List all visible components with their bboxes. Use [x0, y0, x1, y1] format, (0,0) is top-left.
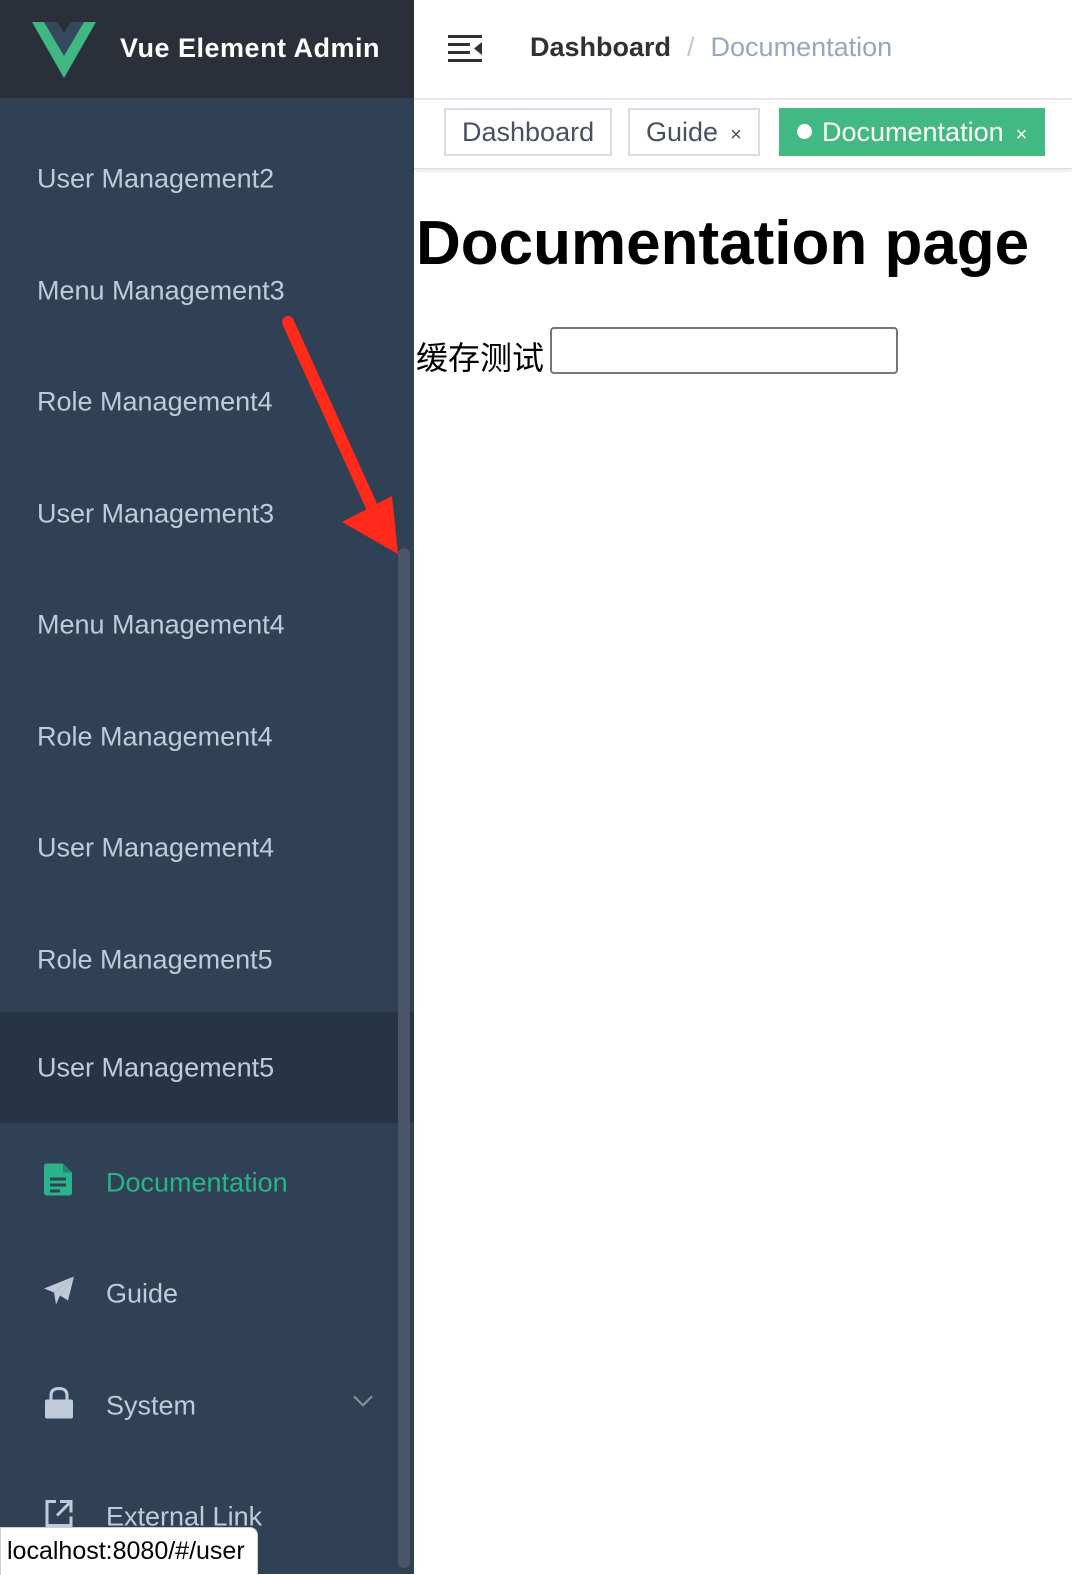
sidebar-item-label: Role Management4 [37, 721, 273, 751]
tags-view: Dashboard Guide × Documentation × [414, 100, 1072, 169]
breadcrumb: Dashboard / Documentation [530, 32, 892, 63]
active-dot-icon [797, 124, 812, 139]
sidebar-item-user-management5[interactable]: User Management5 [0, 1012, 414, 1123]
sidebar-item-documentation[interactable]: Documentation [0, 1127, 414, 1238]
sidebar-item-guide[interactable]: Guide [0, 1238, 414, 1349]
app-title: Vue Element Admin [120, 33, 381, 63]
document-icon [44, 1163, 74, 1202]
breadcrumb-item-documentation: Documentation [710, 32, 893, 62]
tag-dashboard[interactable]: Dashboard [444, 108, 613, 156]
sidebar-item-menu-management4[interactable]: Menu Management4 [0, 569, 414, 680]
sidebar-item-label: Role Management4 [37, 386, 273, 416]
sidebar-scrollbar[interactable] [398, 548, 410, 1568]
sidebar-item-user-management2[interactable]: User Management2 [0, 123, 414, 234]
sidebar-item-system[interactable]: System [0, 1350, 414, 1461]
vue-logo-icon [32, 22, 96, 78]
tag-label: Guide [646, 117, 719, 147]
lock-icon [44, 1386, 74, 1425]
sidebar-item-user-management4[interactable]: User Management4 [0, 792, 414, 903]
breadcrumb-separator: / [687, 32, 695, 62]
chevron-down-icon[interactable] [352, 1384, 374, 1415]
sidebar-item-label: User Management4 [37, 832, 275, 862]
tag-documentation[interactable]: Documentation × [779, 108, 1046, 156]
sidebar-item-role-management4-b[interactable]: Role Management4 [0, 681, 414, 792]
tag-label: Dashboard [462, 117, 595, 147]
red-arrow-annotation [282, 316, 398, 554]
sidebar-logo[interactable]: Vue Element Admin [0, 0, 414, 98]
tag-label: Documentation [822, 117, 1004, 147]
sidebar-item-label: Role Management5 [37, 944, 273, 974]
sidebar-item-label: Guide [106, 1278, 179, 1308]
navbar: Dashboard / Documentation [414, 0, 1072, 100]
sidebar-item-label: User Management2 [37, 163, 275, 193]
cache-test-input[interactable] [550, 327, 898, 374]
cache-test-label: 缓存测试 [416, 339, 545, 377]
page-title: Documentation page [416, 209, 1030, 278]
sidebar-item-label: Menu Management4 [37, 609, 285, 639]
status-bar-url: localhost:8080/#/user [0, 1527, 258, 1575]
sidebar: Vue Element Admin User Management2 Menu … [0, 0, 414, 1574]
breadcrumb-item-dashboard[interactable]: Dashboard [530, 32, 671, 62]
close-icon[interactable]: × [1016, 124, 1028, 146]
sidebar-item-label: Documentation [106, 1167, 288, 1197]
tag-guide[interactable]: Guide × [628, 108, 760, 156]
hamburger-icon[interactable] [448, 33, 482, 68]
sidebar-item-label: User Management3 [37, 498, 275, 528]
sidebar-item-label: User Management5 [37, 1052, 275, 1082]
sidebar-item-role-management5[interactable]: Role Management5 [0, 904, 414, 1015]
close-icon[interactable]: × [730, 124, 742, 146]
paper-plane-icon [44, 1276, 74, 1311]
sidebar-item-label: Menu Management3 [37, 275, 285, 305]
sidebar-item-label: System [106, 1390, 197, 1420]
